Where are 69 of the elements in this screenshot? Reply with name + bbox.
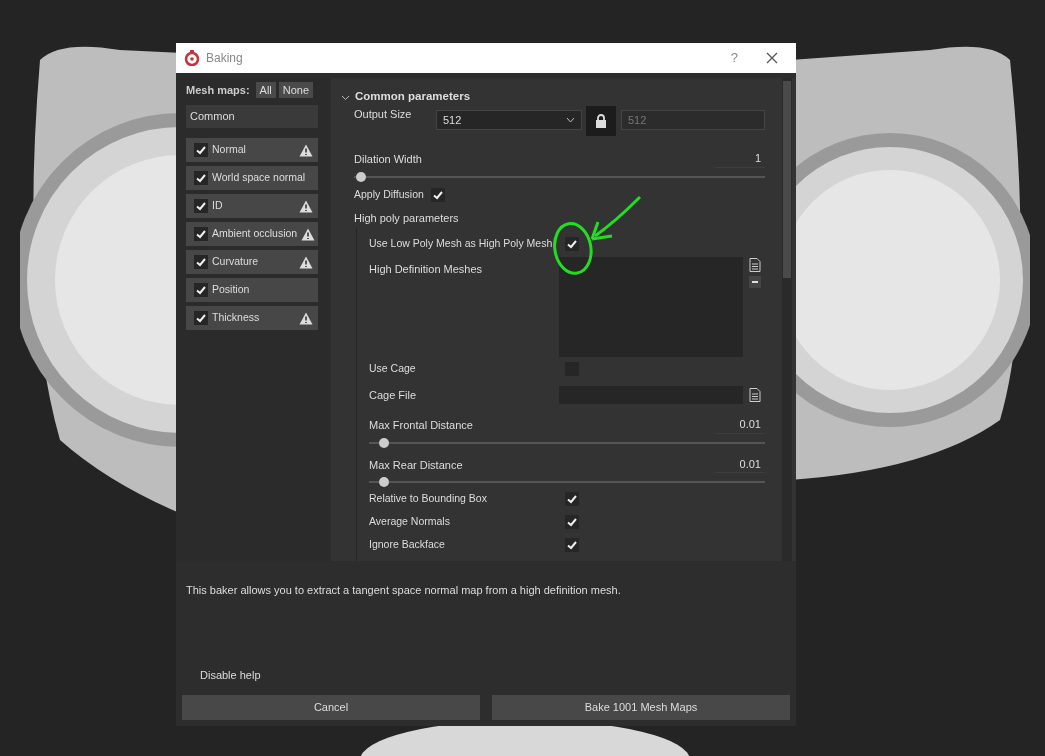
slider-label: Max Frontal Distance: [369, 418, 473, 433]
disable-help-button[interactable]: Disable help: [200, 666, 261, 683]
checkbox-label: Relative to Bounding Box: [369, 490, 488, 506]
checkbox-label: Average Normals: [369, 513, 451, 529]
select-button[interactable]: None: [278, 82, 314, 98]
checkbox-label: Ignore Backface: [369, 536, 446, 552]
slider-value[interactable]: 0.01: [715, 455, 765, 473]
checkbox[interactable]: [565, 236, 579, 251]
mesh-map-label: Thickness: [212, 310, 261, 326]
mesh-map-label: Ambient occlusion: [212, 226, 298, 242]
lock-button[interactable]: [586, 106, 616, 136]
checkbox-label: Use Low Poly Mesh as High Poly Mesh: [369, 235, 554, 251]
mesh-map-item[interactable]: ID: [186, 194, 318, 218]
mesh-map-label: Normal: [212, 142, 247, 158]
mesh-map-item[interactable]: World space normal: [186, 166, 318, 190]
checkbox-label: Use Cage: [369, 360, 417, 376]
padlock-icon[interactable]: [595, 114, 607, 128]
dialog-button[interactable]: Bake 1001 Mesh Maps: [492, 695, 790, 720]
field-label: Cage File: [369, 387, 418, 403]
slider-thumb[interactable]: [356, 171, 366, 182]
slider-label: Max Rear Distance: [369, 457, 463, 473]
mesh-map-item[interactable]: Thickness: [186, 306, 318, 330]
slider-thumb[interactable]: [378, 477, 389, 487]
section-title[interactable]: Common parameters: [355, 88, 471, 106]
slider-value[interactable]: 1: [715, 150, 765, 168]
help-text: This baker allows you to extract a tangent space normal map from a high definition mesh.: [186, 583, 622, 598]
mesh-map-label: World space normal: [212, 170, 307, 186]
size-dropdown[interactable]: 512: [436, 110, 582, 130]
slider-value[interactable]: 0.01: [715, 416, 765, 434]
app-logo-icon: [184, 50, 200, 66]
checkbox[interactable]: [565, 491, 579, 506]
checkbox[interactable]: [194, 171, 208, 185]
mesh-map-item[interactable]: Ambient occlusion: [186, 222, 318, 246]
slider-thumb[interactable]: [378, 437, 389, 448]
mesh-map-item[interactable]: Curvature: [186, 250, 318, 274]
field-label: Output Size: [354, 107, 413, 122]
checkbox-label: Apply Diffusion: [354, 187, 424, 203]
mesh-map-label: Position: [212, 282, 251, 298]
minus-icon[interactable]: [749, 276, 761, 288]
checkbox[interactable]: [194, 227, 208, 241]
checkbox[interactable]: [565, 514, 579, 529]
checkbox[interactable]: [194, 199, 208, 213]
help-button[interactable]: ?: [730, 48, 738, 68]
slider-label: Dilation Width: [354, 152, 422, 167]
scrollbar-thumb[interactable]: [783, 81, 791, 278]
mesh-map-item[interactable]: Normal: [186, 138, 318, 162]
checkbox[interactable]: [194, 283, 208, 297]
checkbox[interactable]: [194, 255, 208, 269]
mesh-maps-label: Mesh maps:: [186, 82, 250, 98]
chevron-down-icon[interactable]: [566, 117, 575, 123]
mesh-map-label: Curvature: [212, 254, 260, 270]
window-title: Baking: [206, 50, 243, 67]
annotation-arrow: [590, 195, 642, 241]
size-field: 512: [621, 110, 765, 130]
field-label: High Definition Meshes: [369, 262, 484, 277]
group-label: High poly parameters: [354, 210, 460, 226]
mesh-map-item[interactable]: Position: [186, 278, 318, 302]
checkbox[interactable]: [565, 537, 579, 552]
checkbox[interactable]: [194, 311, 208, 325]
document-icon[interactable]: [749, 388, 761, 402]
map-group-field[interactable]: Common: [186, 105, 318, 128]
annotation-circle: [553, 222, 593, 275]
select-button[interactable]: All: [255, 82, 276, 98]
dialog-button[interactable]: Cancel: [182, 695, 480, 720]
checkbox[interactable]: [430, 188, 445, 202]
document-icon[interactable]: [749, 258, 761, 272]
close-icon[interactable]: [766, 52, 778, 64]
mesh-map-label: ID: [212, 198, 224, 214]
checkbox[interactable]: [194, 143, 208, 157]
